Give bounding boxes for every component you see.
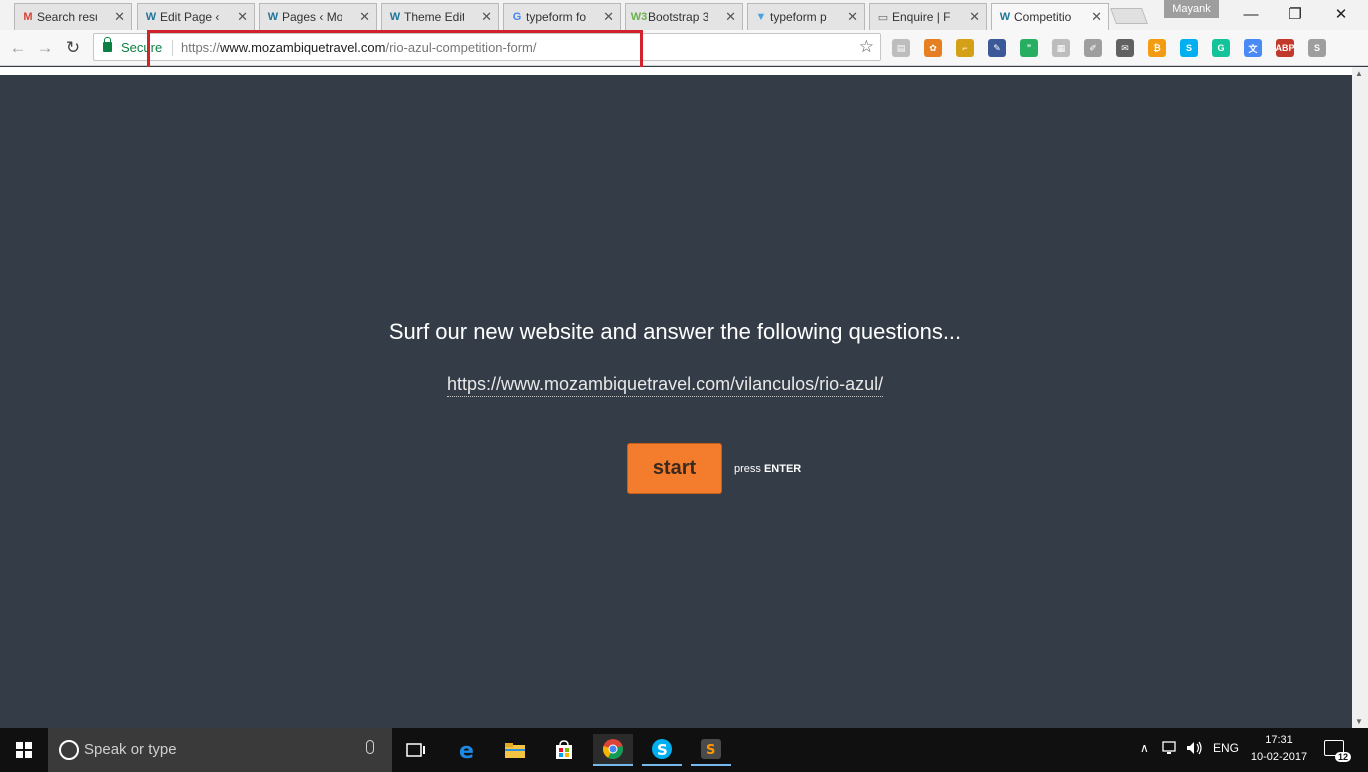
tab-close-icon[interactable]: ✕ [237, 9, 248, 25]
browser-tab[interactable]: W3 Bootstrap 3 ✕ [625, 3, 743, 30]
window-resizer-extension-icon[interactable]: ▦ [1052, 39, 1070, 57]
profile-button[interactable]: Mayank [1164, 0, 1219, 18]
colorpick-extension-icon[interactable]: ✿ [924, 39, 942, 57]
document-icon: ▭ [877, 11, 889, 24]
sublime-text-icon[interactable]: S [691, 734, 731, 766]
cortana-icon [59, 740, 79, 760]
tab-close-icon[interactable]: ✕ [1091, 9, 1102, 25]
start-menu-button[interactable] [0, 728, 48, 772]
tab-title: Pages ‹ Mo [282, 10, 342, 24]
bootstrap-icon: W3 [630, 11, 648, 23]
tab-title: typeform p [770, 10, 827, 24]
browser-tab[interactable]: ▭ Enquire | F ✕ [869, 3, 987, 30]
reload-icon[interactable]: ↻ [63, 38, 83, 58]
browser-tab[interactable]: W Competitio ✕ [991, 3, 1109, 30]
grammarly-extension-icon[interactable]: G [1212, 39, 1230, 57]
tab-close-icon[interactable]: ✕ [847, 9, 858, 25]
clock[interactable]: 17:31 10-02-2017 [1250, 732, 1308, 766]
tab-title: Bootstrap 3 [648, 10, 708, 24]
forward-icon[interactable]: → [35, 38, 55, 58]
search-placeholder: Speak or type [84, 741, 177, 758]
reader-extension-icon[interactable]: ▤ [892, 39, 910, 57]
tab-close-icon[interactable]: ✕ [725, 9, 736, 25]
google-icon: G [512, 11, 522, 23]
browser-tab[interactable]: M Search resu ✕ [14, 3, 132, 30]
microphone-icon[interactable] [366, 740, 374, 754]
close-window-button[interactable]: ✕ [1318, 0, 1364, 28]
clock-time: 17:31 [1265, 734, 1293, 746]
tab-close-icon[interactable]: ✕ [359, 9, 370, 25]
browser-tab[interactable]: W Edit Page ‹ ✕ [137, 3, 255, 30]
network-icon[interactable] [1162, 741, 1180, 758]
skype-gray-extension-icon[interactable]: S [1308, 39, 1326, 57]
bookmark-star-icon[interactable]: ☆ [859, 37, 874, 57]
cortana-search-box[interactable]: Speak or type [48, 728, 392, 772]
skype-taskbar-icon[interactable]: S [642, 734, 682, 766]
wordpress-icon: W [389, 11, 401, 23]
question-heading: Surf our new website and answer the foll… [388, 319, 962, 344]
tab-close-icon[interactable]: ✕ [114, 9, 125, 25]
wordpress-icon: W [999, 11, 1011, 23]
tab-strip: M Search resu ✕ W Edit Page ‹ ✕ W Pages ‹ Mo ✕ W T… [0, 0, 1368, 30]
tab-title: Enquire | F [892, 10, 951, 24]
task-view-icon[interactable] [396, 734, 436, 766]
tab-title: Search resu [37, 10, 97, 24]
browser-tab[interactable]: Gtypeform fo ✕ [503, 3, 621, 30]
language-indicator[interactable]: ENG [1213, 741, 1239, 755]
scroll-down-icon[interactable]: ▼ [1355, 717, 1363, 726]
store-icon[interactable] [544, 734, 584, 766]
svg-text:S: S [657, 741, 668, 759]
adblock-extension-icon[interactable]: ABP [1276, 39, 1295, 57]
windows-taskbar: Speak or type e S S ∧ ENG 17:31 10-02-20… [0, 728, 1368, 772]
clock-date: 10-02-2017 [1250, 751, 1308, 763]
file-explorer-icon[interactable] [495, 734, 535, 766]
tab-title: Competitio [1014, 10, 1072, 24]
start-button[interactable]: start [627, 443, 722, 494]
svg-text:S: S [706, 743, 715, 758]
show-hidden-icons[interactable]: ∧ [1140, 741, 1149, 755]
back-icon[interactable]: ← [8, 38, 28, 58]
tab-close-icon[interactable]: ✕ [969, 9, 980, 25]
quotes-extension-icon[interactable]: ” [1020, 39, 1038, 57]
page-top-strip [0, 67, 1352, 75]
bitcoin-extension-icon[interactable]: ₿ [1148, 39, 1166, 57]
tab-close-icon[interactable]: ✕ [481, 9, 492, 25]
mail-extension-icon[interactable]: ✉ [1116, 39, 1134, 57]
scroll-up-icon[interactable]: ▲ [1355, 69, 1363, 78]
wordpress-icon: W [145, 11, 157, 23]
svg-text:e: e [459, 739, 474, 761]
minimize-button[interactable]: — [1228, 0, 1274, 28]
wordpress-icon: W [267, 11, 279, 23]
translate-extension-icon[interactable]: 文 [1244, 39, 1262, 57]
tab-title: Edit Page ‹ [160, 10, 220, 24]
vertical-scrollbar[interactable]: ▲ ▼ [1352, 67, 1368, 728]
chrome-taskbar-icon[interactable] [593, 734, 633, 766]
pencil-extension-icon[interactable]: ✐ [1084, 39, 1102, 57]
skype-extension-icon[interactable]: S [1180, 39, 1198, 57]
edge-browser-icon[interactable]: e [447, 734, 487, 766]
typeform-icon: ▼ [755, 11, 767, 23]
website-link[interactable]: https://www.mozambiquetravel.com/vilancu… [447, 374, 884, 397]
browser-tab[interactable]: W Theme Edit ✕ [381, 3, 499, 30]
tab-title: Theme Edit [404, 10, 464, 24]
hint-prefix: press [734, 463, 761, 475]
tab-close-icon[interactable]: ✕ [603, 9, 614, 25]
page-content [0, 67, 1352, 728]
volume-icon[interactable] [1186, 741, 1204, 758]
new-tab-button[interactable] [1110, 8, 1148, 24]
browser-tab[interactable]: W Pages ‹ Mo ✕ [259, 3, 377, 30]
action-center-icon[interactable]: 12 [1324, 740, 1351, 762]
gmail-icon: M [23, 11, 33, 23]
press-enter-hint: press ENTER [734, 463, 801, 475]
restore-button[interactable]: ❐ [1272, 0, 1318, 28]
tab-title: typeform fo [526, 10, 586, 24]
ruler-extension-icon[interactable]: ⌐ [956, 39, 974, 57]
lock-icon [103, 37, 112, 52]
notification-count: 12 [1334, 752, 1351, 762]
eyedropper-extension-icon[interactable]: ✎ [988, 39, 1006, 57]
hint-key: ENTER [763, 463, 802, 475]
windows-logo-icon [16, 742, 32, 758]
browser-tab[interactable]: ▼ typeform p ✕ [747, 3, 865, 30]
